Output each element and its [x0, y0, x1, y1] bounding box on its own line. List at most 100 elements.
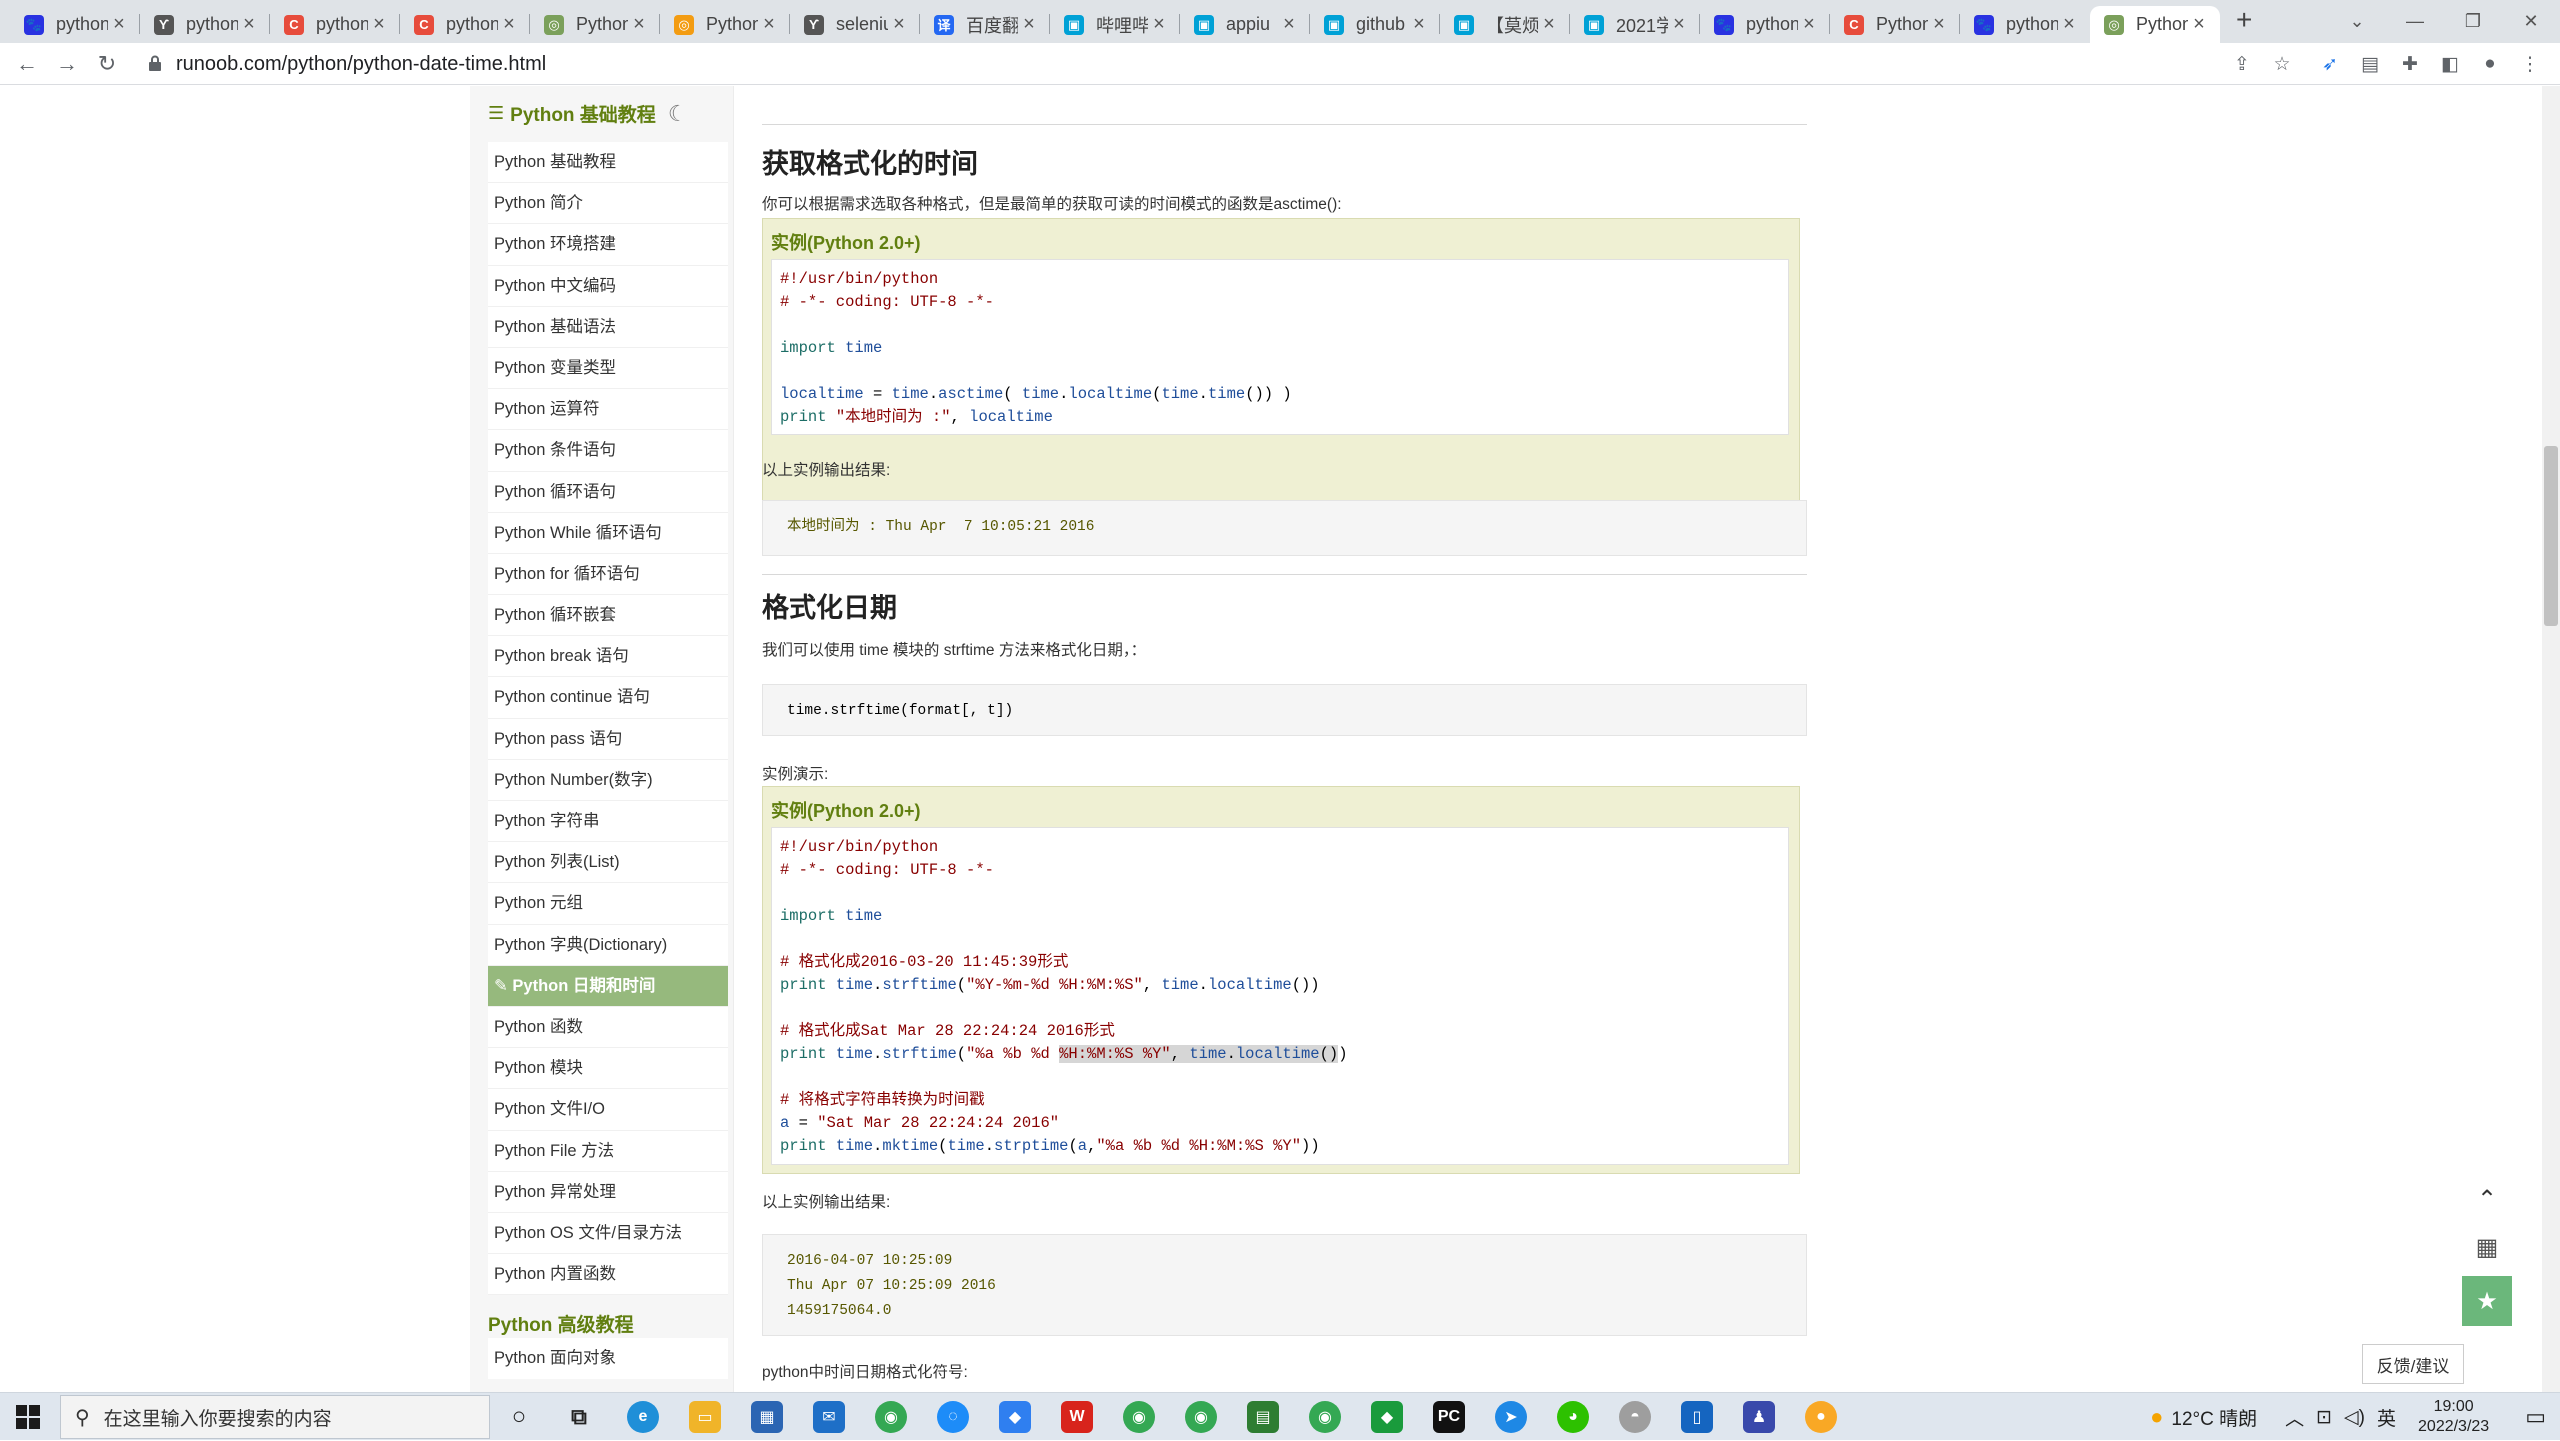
- sidebar-item[interactable]: Python 条件语句: [488, 430, 728, 472]
- user-network-icon[interactable]: ♟: [1743, 1401, 1775, 1433]
- feishu-icon[interactable]: ◆: [999, 1401, 1031, 1433]
- sidebar-item[interactable]: Python 异常处理: [488, 1172, 728, 1213]
- forward-icon[interactable]: →: [54, 51, 80, 77]
- tab[interactable]: 🐾 python ×: [1960, 6, 2090, 43]
- tab-close-icon[interactable]: ×: [888, 13, 910, 36]
- sidebar-item[interactable]: Python 字符串: [488, 801, 728, 843]
- tab-close-icon[interactable]: ×: [628, 13, 650, 36]
- wechat-icon[interactable]: ◕: [1557, 1401, 1589, 1433]
- tab-close-icon[interactable]: ×: [1538, 13, 1560, 36]
- lock-icon[interactable]: [148, 55, 162, 71]
- tab-close-icon[interactable]: ×: [368, 13, 390, 36]
- chrome-icon[interactable]: ◉: [1123, 1401, 1155, 1433]
- task-view-icon[interactable]: ⧉: [563, 1401, 595, 1433]
- sidebar-item[interactable]: Python 文件I/O: [488, 1089, 728, 1131]
- tab-close-icon[interactable]: ×: [1408, 13, 1430, 36]
- send-app-icon[interactable]: ➤: [1495, 1401, 1527, 1433]
- taskbar-search-box[interactable]: ⚲ 在这里输入你要搜索的内容: [60, 1395, 490, 1439]
- tab[interactable]: Cpython ×: [400, 6, 530, 43]
- chrome-icon[interactable]: ◉: [1309, 1401, 1341, 1433]
- sidebar-item[interactable]: Python 中文编码: [488, 266, 728, 307]
- sidebar-item[interactable]: Python for 循环语句: [488, 554, 728, 596]
- sidebar-item-oop[interactable]: Python 面向对象: [488, 1338, 728, 1379]
- share-icon[interactable]: ⇪: [2230, 52, 2254, 76]
- spreadsheet-icon[interactable]: ▤: [1247, 1401, 1279, 1433]
- mail-icon[interactable]: ✉: [813, 1401, 845, 1433]
- extension-se-icon[interactable]: ▤: [2358, 52, 2382, 76]
- tab[interactable]: 🐾 python ×: [10, 6, 140, 43]
- tab[interactable]: ▣ 【莫烦 ×: [1440, 6, 1570, 43]
- tab-close-icon[interactable]: ×: [1798, 13, 1820, 36]
- tab-close-icon[interactable]: ×: [238, 13, 260, 36]
- sidebar-item[interactable]: Python 基础教程: [488, 142, 728, 184]
- sidebar-item[interactable]: Python pass 语句: [488, 719, 728, 760]
- sidebar-item[interactable]: Python 函数: [488, 1007, 728, 1049]
- tab-close-icon[interactable]: ×: [1018, 13, 1040, 36]
- phone-app-icon[interactable]: ▯: [1681, 1401, 1713, 1433]
- tab-search-icon[interactable]: ⌄: [2328, 0, 2386, 43]
- sidebar-item[interactable]: Python 运算符: [488, 389, 728, 431]
- tab-close-icon[interactable]: ×: [498, 13, 520, 36]
- weather-sun-icon[interactable]: ●: [2150, 1404, 2163, 1430]
- sidebar-item[interactable]: Python 模块: [488, 1048, 728, 1090]
- tab-close-icon[interactable]: ×: [758, 13, 780, 36]
- sidebar-item[interactable]: Python 基础语法: [488, 307, 728, 348]
- tab[interactable]: ▣ 哔哩哔 ×: [1050, 6, 1180, 43]
- sidebar-item[interactable]: Python 简介: [488, 183, 728, 225]
- scrollbar-thumb[interactable]: [2544, 446, 2558, 626]
- sidebar-item[interactable]: Python 环境搭建: [488, 224, 728, 266]
- extensions-puzzle-icon[interactable]: ✚: [2398, 52, 2422, 76]
- tab-close-icon[interactable]: ×: [2188, 13, 2210, 36]
- bookmark-star-icon[interactable]: ☆: [2270, 52, 2294, 76]
- windows-start-icon[interactable]: [16, 1405, 40, 1429]
- tab[interactable]: ▣ github ×: [1310, 6, 1440, 43]
- sidebar-item[interactable]: Python OS 文件/目录方法: [488, 1213, 728, 1255]
- scroll-top-chevron-icon[interactable]: ⌃: [2462, 1174, 2512, 1224]
- game-controller-icon[interactable]: ◓: [1619, 1401, 1651, 1433]
- qq-browser-icon[interactable]: ◌: [937, 1401, 969, 1433]
- tab-close-icon[interactable]: ×: [108, 13, 130, 36]
- chrome-icon[interactable]: ◉: [875, 1401, 907, 1433]
- sidebar-item[interactable]: Python 内置函数: [488, 1254, 728, 1296]
- tab-close-icon[interactable]: ×: [1148, 13, 1170, 36]
- tab[interactable]: ϒseleniu ×: [790, 6, 920, 43]
- close-window-icon[interactable]: ✕: [2502, 0, 2560, 43]
- favorite-star-icon[interactable]: ★: [2462, 1276, 2512, 1326]
- ime-indicator[interactable]: 英: [2377, 1404, 2396, 1431]
- feedback-button[interactable]: 反馈/建议: [2362, 1344, 2464, 1384]
- tab[interactable]: ◎ Python ×: [530, 6, 660, 43]
- sidebar-item[interactable]: Python 变量类型: [488, 348, 728, 390]
- sidebar-item[interactable]: Python 循环语句: [488, 472, 728, 513]
- extension-bird-icon[interactable]: ➶: [2318, 52, 2342, 76]
- chrome-icon[interactable]: ◉: [1185, 1401, 1217, 1433]
- sidebar-item[interactable]: Python 元组: [488, 883, 728, 925]
- tab[interactable]: Cpython ×: [270, 6, 400, 43]
- tab[interactable]: ◎ Python ×: [2090, 6, 2220, 43]
- volume-icon[interactable]: ◁): [2344, 1406, 2365, 1429]
- sidebar-item[interactable]: Python 循环嵌套: [488, 595, 728, 637]
- diamond-app-icon[interactable]: ◆: [1371, 1401, 1403, 1433]
- yellow-app-icon[interactable]: ●: [1805, 1401, 1837, 1433]
- reload-icon[interactable]: ↻: [94, 51, 120, 77]
- sidebar-item-active[interactable]: ✎ Python 日期和时间: [488, 965, 728, 1007]
- back-icon[interactable]: ←: [14, 51, 40, 77]
- menu-icon[interactable]: ⋮: [2518, 52, 2542, 76]
- weather-text[interactable]: 12°C 晴朗: [2171, 1404, 2257, 1431]
- sidebar-item[interactable]: Python While 循环语句: [488, 513, 728, 554]
- pycharm-icon[interactable]: PC: [1433, 1401, 1465, 1433]
- tab-close-icon[interactable]: ×: [2058, 13, 2080, 36]
- sidebar-item[interactable]: Python 字典(Dictionary): [488, 925, 728, 966]
- sidebar-item[interactable]: Python Number(数字): [488, 760, 728, 801]
- tab-close-icon[interactable]: ×: [1928, 13, 1950, 36]
- tray-chevron-icon[interactable]: ︿: [2285, 1404, 2304, 1431]
- sidebar-item[interactable]: Python File 方法: [488, 1131, 728, 1172]
- notifications-icon[interactable]: ▭: [2525, 1404, 2546, 1430]
- file-explorer-icon[interactable]: ▭: [689, 1401, 721, 1433]
- tab[interactable]: 译百度翻 ×: [920, 6, 1050, 43]
- side-panel-icon[interactable]: ◧: [2438, 52, 2462, 76]
- store-icon[interactable]: ▦: [751, 1401, 783, 1433]
- sidebar-item[interactable]: Python continue 语句: [488, 677, 728, 719]
- tab[interactable]: ◎ Python ×: [660, 6, 790, 43]
- syntax-block[interactable]: time.strftime(format[, t]): [762, 684, 1807, 736]
- vertical-scrollbar[interactable]: [2542, 86, 2560, 1392]
